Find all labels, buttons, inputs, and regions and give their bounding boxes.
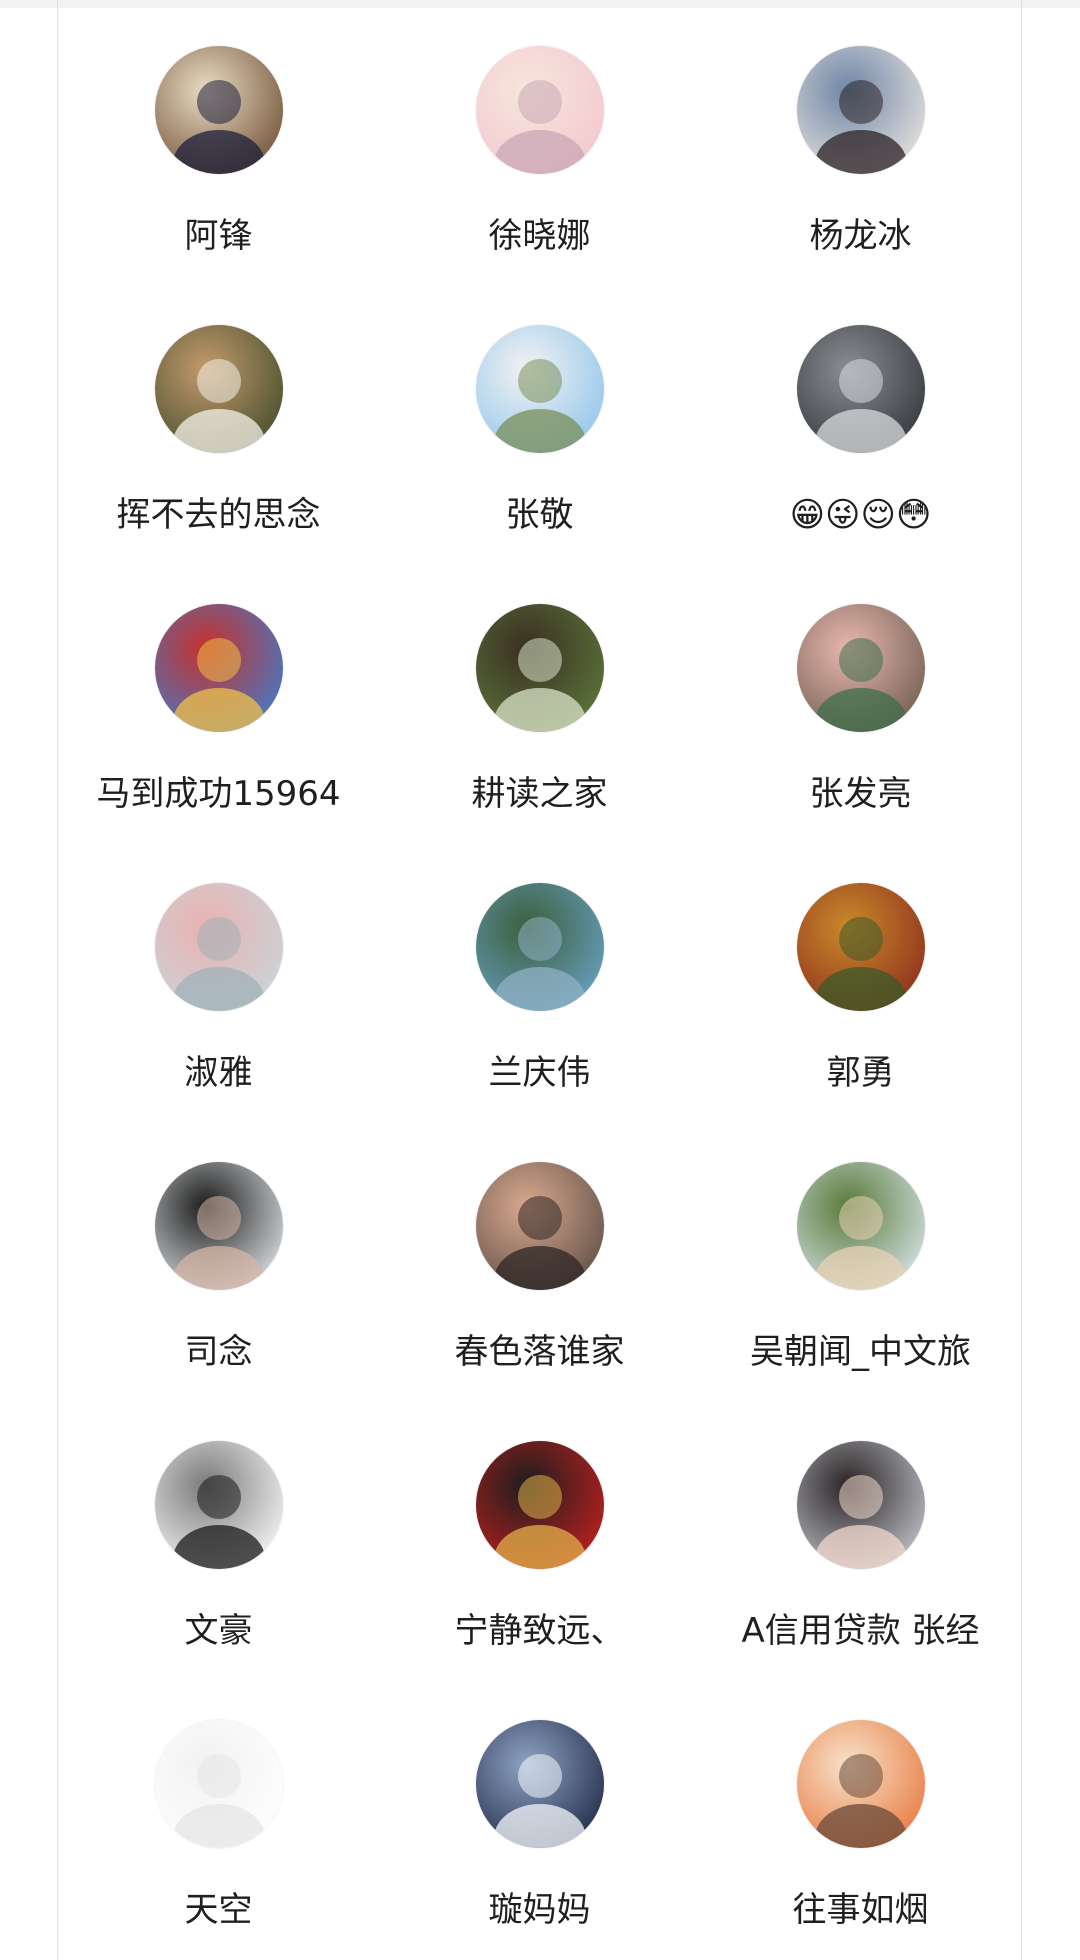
member-name: 天空	[184, 1890, 253, 1930]
member-grid: 阿锋 徐晓娜 杨龙冰挥不去的思念 张敬 😁😜😌😳 马到成功15964 耕读之家 张发亮淑雅 兰庆…	[58, 0, 1021, 1960]
member-item[interactable]: 璇妈妈	[379, 1720, 700, 1960]
member-avatar[interactable]	[475, 883, 604, 1011]
member-avatar[interactable]	[475, 325, 604, 453]
member-avatar[interactable]	[796, 1441, 925, 1569]
member-avatar[interactable]	[475, 1441, 604, 1569]
member-item[interactable]: 天空	[58, 1720, 379, 1960]
member-avatar[interactable]	[154, 1162, 283, 1290]
member-name: 挥不去的思念	[116, 495, 321, 535]
member-item[interactable]: 😁😜😌😳	[700, 325, 1021, 604]
member-avatar[interactable]	[796, 46, 925, 174]
member-name: 徐晓娜	[488, 216, 591, 256]
member-item[interactable]: 杨龙冰	[700, 46, 1021, 325]
member-item[interactable]: 春色落谁家	[379, 1162, 700, 1441]
member-item[interactable]: 张发亮	[700, 604, 1021, 883]
member-item[interactable]: 耕读之家	[379, 604, 700, 883]
member-item[interactable]: 司念	[58, 1162, 379, 1441]
member-avatar[interactable]	[796, 325, 925, 453]
member-name: 😁😜😌😳	[789, 495, 932, 535]
member-avatar[interactable]	[475, 604, 604, 732]
member-avatar[interactable]	[796, 1720, 925, 1848]
member-item[interactable]: 马到成功15964	[58, 604, 379, 883]
member-item[interactable]: 郭勇	[700, 883, 1021, 1162]
member-item[interactable]: 往事如烟	[700, 1720, 1021, 1960]
member-item[interactable]: 张敬	[379, 325, 700, 604]
member-item[interactable]: 宁静致远、	[379, 1441, 700, 1720]
member-item[interactable]: 淑雅	[58, 883, 379, 1162]
member-name: 张敬	[505, 495, 574, 535]
member-name: 张发亮	[809, 774, 912, 814]
member-item[interactable]: 文豪	[58, 1441, 379, 1720]
member-avatar[interactable]	[154, 325, 283, 453]
member-avatar[interactable]	[154, 1720, 283, 1848]
member-name: 司念	[184, 1332, 253, 1372]
member-name: 杨龙冰	[809, 216, 912, 256]
member-avatar[interactable]	[154, 604, 283, 732]
member-avatar[interactable]	[154, 1441, 283, 1569]
member-name: 往事如烟	[792, 1890, 929, 1930]
member-item[interactable]: 兰庆伟	[379, 883, 700, 1162]
member-name: 兰庆伟	[488, 1053, 591, 1093]
member-avatar[interactable]	[154, 883, 283, 1011]
member-avatar[interactable]	[796, 1162, 925, 1290]
member-name: 耕读之家	[471, 774, 608, 814]
member-name: A信用贷款 张经	[741, 1611, 980, 1651]
member-item[interactable]: 徐晓娜	[379, 46, 700, 325]
member-item[interactable]: 挥不去的思念	[58, 325, 379, 604]
member-name: 文豪	[184, 1611, 253, 1651]
member-name: 春色落谁家	[454, 1332, 625, 1372]
member-name: 郭勇	[826, 1053, 895, 1093]
member-item[interactable]: A信用贷款 张经	[700, 1441, 1021, 1720]
member-name: 宁静致远、	[454, 1611, 625, 1651]
member-name: 马到成功15964	[96, 774, 341, 814]
member-avatar[interactable]	[475, 46, 604, 174]
member-avatar[interactable]	[154, 46, 283, 174]
member-item[interactable]: 阿锋	[58, 46, 379, 325]
member-avatar[interactable]	[475, 1720, 604, 1848]
member-avatar[interactable]	[796, 883, 925, 1011]
member-item[interactable]: 吴朝闻_中文旅	[700, 1162, 1021, 1441]
member-name: 璇妈妈	[488, 1890, 591, 1930]
group-members-page: 阿锋 徐晓娜 杨龙冰挥不去的思念 张敬 😁😜😌😳 马到成功15964 耕读之家 张发亮淑雅 兰庆…	[0, 0, 1080, 1960]
member-name: 吴朝闻_中文旅	[750, 1332, 971, 1372]
member-avatar[interactable]	[796, 604, 925, 732]
right-border	[1021, 0, 1022, 1960]
member-avatar[interactable]	[475, 1162, 604, 1290]
member-name: 阿锋	[184, 216, 253, 256]
member-name: 淑雅	[184, 1053, 253, 1093]
